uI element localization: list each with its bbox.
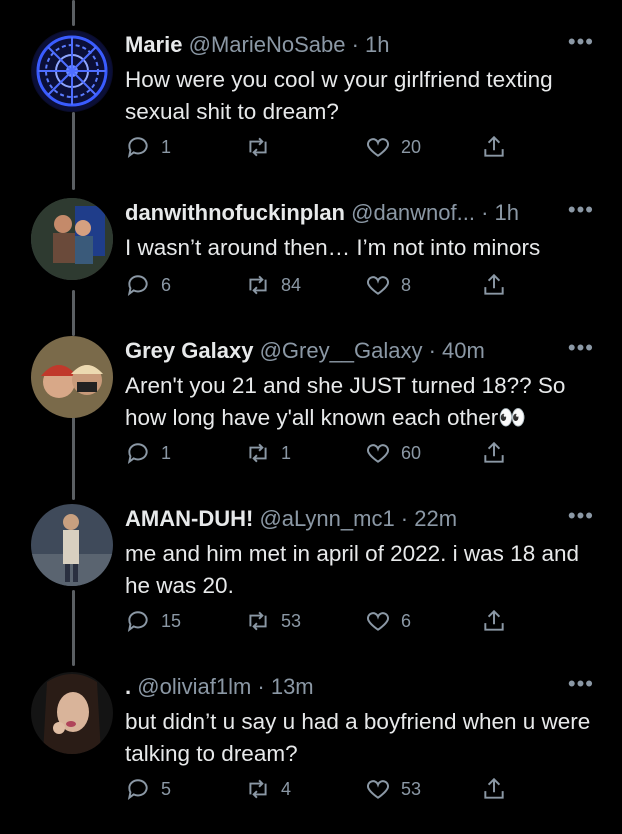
thread-line-4 (72, 590, 75, 666)
reply-count: 1 (161, 442, 172, 463)
retweet-count: 4 (281, 778, 292, 799)
handle-and-time[interactable]: @aLynn_mc1 · 22m (259, 506, 457, 531)
reply-icon (127, 611, 148, 632)
reply-icon (127, 137, 148, 158)
more-options-icon[interactable]: ••• (568, 198, 594, 222)
more-options-icon[interactable]: ••• (568, 672, 594, 696)
reply-count: 15 (161, 610, 182, 631)
reply-button[interactable]: 1 (125, 134, 171, 160)
retweet-icon (249, 443, 267, 463)
handle-and-time[interactable]: @danwnof... · 1h (351, 200, 519, 225)
display-name[interactable]: Marie (125, 32, 182, 57)
thread-line-top (72, 0, 75, 26)
avatar[interactable] (31, 336, 113, 418)
action-bar: 1 20 (125, 134, 525, 164)
reply-icon (127, 779, 148, 800)
like-count: 6 (401, 610, 412, 631)
retweet-icon (249, 611, 267, 631)
retweet-count: 53 (281, 610, 302, 631)
tweet-text: How were you cool w your girlfriend text… (125, 67, 553, 124)
reply-count: 5 (161, 778, 172, 799)
share-button[interactable] (481, 608, 517, 634)
retweet-button[interactable]: 84 (245, 272, 301, 298)
retweet-count: 1 (281, 442, 292, 463)
reply-button[interactable]: 5 (125, 776, 171, 802)
heart-icon (367, 444, 389, 463)
reply-icon (127, 275, 148, 296)
tweet-text: I wasn’t around then… I’m not into minor… (125, 235, 541, 260)
more-options-icon[interactable]: ••• (568, 336, 594, 360)
retweet-icon (249, 275, 267, 295)
display-name[interactable]: AMAN-DUH! (125, 506, 253, 531)
tweet-text: but didn’t u say u had a boyfriend when … (125, 709, 591, 766)
like-count: 8 (401, 274, 412, 295)
heart-icon (367, 138, 389, 157)
retweet-icon (249, 137, 267, 157)
avatar[interactable] (31, 30, 113, 112)
avatar[interactable] (31, 672, 113, 754)
display-name[interactable]: . (125, 674, 131, 699)
thread-line-3 (72, 416, 75, 500)
like-button[interactable]: 53 (365, 776, 421, 802)
tweet-header: Grey Galaxy @Grey__Galaxy · 40m (125, 336, 562, 366)
retweet-button[interactable]: 53 (245, 608, 301, 634)
action-bar: 1 1 60 (125, 440, 525, 470)
action-bar: 6 84 8 (125, 272, 525, 302)
reply-count: 6 (161, 274, 172, 295)
reply-count: 1 (161, 136, 172, 157)
tweet-header: AMAN-DUH! @aLynn_mc1 · 22m (125, 504, 562, 534)
thread-line-2 (72, 290, 75, 336)
tweet-header: danwithnofuckinplan @danwnof... · 1h (125, 198, 562, 228)
heart-icon (367, 612, 389, 631)
heart-icon (367, 780, 389, 799)
handle-and-time[interactable]: @oliviaf1lm · 13m (137, 674, 313, 699)
heart-icon (367, 276, 389, 295)
reply-icon (127, 443, 148, 464)
share-icon (484, 273, 504, 295)
like-button[interactable]: 8 (365, 272, 411, 298)
action-bar: 5 4 53 (125, 776, 525, 806)
reply-button[interactable]: 1 (125, 440, 171, 466)
share-button[interactable] (481, 272, 517, 298)
like-count: 20 (401, 136, 422, 157)
tweet-header: . @oliviaf1lm · 13m (125, 672, 562, 702)
handle-and-time[interactable]: @MarieNoSabe · 1h (189, 32, 390, 57)
retweet-button[interactable]: 1 (245, 440, 291, 466)
share-button[interactable] (481, 440, 517, 466)
share-icon (484, 777, 504, 799)
share-icon (484, 135, 504, 157)
retweet-button[interactable]: 4 (245, 776, 291, 802)
like-count: 60 (401, 442, 422, 463)
like-button[interactable]: 60 (365, 440, 421, 466)
avatar[interactable] (31, 504, 113, 586)
thread-line-1 (72, 112, 75, 190)
tweet-text: me and him met in april of 2022. i was 1… (125, 541, 579, 598)
tweet-text: Aren't you 21 and she JUST turned 18?? S… (125, 373, 566, 430)
more-options-icon[interactable]: ••• (568, 504, 594, 528)
more-options-icon[interactable]: ••• (568, 30, 594, 54)
share-icon (484, 441, 504, 463)
reply-button[interactable]: 15 (125, 608, 181, 634)
share-icon (484, 609, 504, 631)
handle-and-time[interactable]: @Grey__Galaxy · 40m (260, 338, 485, 363)
display-name[interactable]: danwithnofuckinplan (125, 200, 345, 225)
reply-button[interactable]: 6 (125, 272, 171, 298)
like-button[interactable]: 20 (365, 134, 421, 160)
retweet-icon (249, 779, 267, 799)
retweet-count: 84 (281, 274, 302, 295)
share-button[interactable] (481, 776, 517, 802)
display-name[interactable]: Grey Galaxy (125, 338, 253, 363)
share-button[interactable] (481, 134, 517, 160)
action-bar: 15 53 6 (125, 608, 525, 638)
tweet-header: Marie @MarieNoSabe · 1h (125, 30, 562, 60)
like-button[interactable]: 6 (365, 608, 411, 634)
retweet-button[interactable] (245, 134, 281, 160)
avatar[interactable] (31, 198, 113, 280)
like-count: 53 (401, 778, 422, 799)
